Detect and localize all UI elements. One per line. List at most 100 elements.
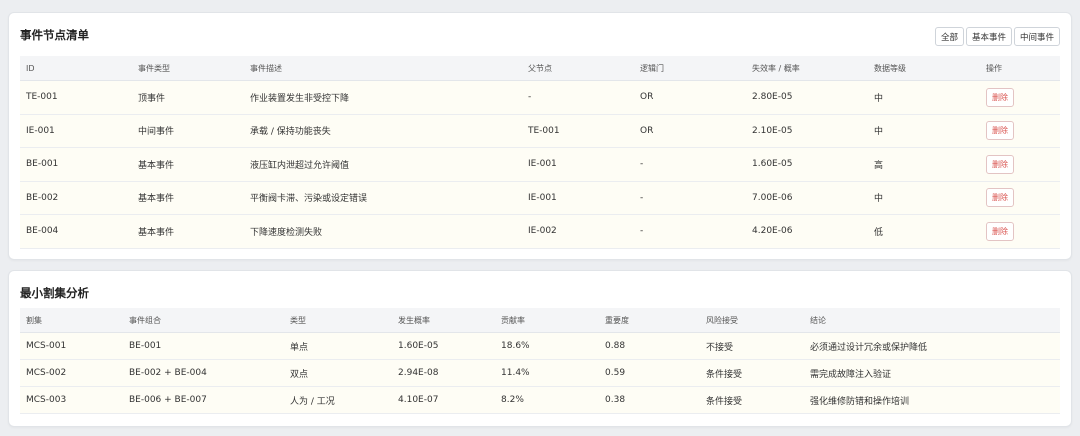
importance: 0.38: [599, 386, 700, 414]
occurrence-probability: 1.60E-05: [392, 332, 495, 360]
event-description: 平衡阀卡滞、污染或设定错误: [244, 181, 522, 215]
failure-rate: 1.60E-05: [746, 147, 868, 182]
cutset-type: 人为 / 工况: [284, 386, 392, 414]
failure-rate: 7.00E-06: [746, 181, 868, 215]
actions-cell: 删除: [980, 114, 1060, 148]
event-id: BE-001: [20, 147, 132, 182]
importance: 0.59: [599, 359, 700, 387]
delete-button[interactable]: 删除: [986, 221, 1014, 241]
column-header: 发生概率: [392, 308, 495, 333]
event-description: 下降速度检测失败: [244, 214, 522, 249]
risk-acceptance: 不接受: [700, 332, 804, 360]
column-header: 逻辑门: [634, 56, 746, 81]
logic-gate: -: [634, 214, 746, 249]
table-row: MCS-002 BE-002 + BE-004 双点 2.94E-08 11.4…: [20, 359, 1060, 387]
filter-all-button[interactable]: 全部: [934, 27, 964, 46]
conclusion: 需完成故障注入验证: [804, 359, 1060, 387]
table-row: BE-004 基本事件 下降速度检测失败 IE-002 - 4.20E-06 低…: [20, 214, 1060, 249]
event-id: TE-001: [20, 80, 132, 115]
importance: 0.88: [599, 332, 700, 360]
table-row: MCS-003 BE-006 + BE-007 人为 / 工况 4.10E-07…: [20, 386, 1060, 414]
cutset-id: MCS-002: [20, 359, 123, 387]
filter-basic-event-button[interactable]: 基本事件: [965, 27, 1012, 46]
logic-gate: OR: [634, 80, 746, 115]
column-header: 操作: [980, 56, 1060, 81]
column-header: 事件描述: [244, 56, 522, 81]
event-description: 承载 / 保持功能丧失: [244, 114, 522, 148]
column-header: 失效率 / 概率: [746, 56, 868, 81]
column-header: 类型: [284, 308, 392, 333]
event-node-list-card: 事件节点清单 全部 基本事件 中间事件 ID 事件类型 事件描述 父节点 逻辑门…: [8, 12, 1072, 260]
column-header: 重要度: [599, 308, 700, 333]
conclusion: 强化维修防错和操作培训: [804, 386, 1060, 414]
data-grade: 高: [868, 147, 980, 182]
cutset-type: 单点: [284, 332, 392, 360]
contribution-rate: 8.2%: [495, 386, 599, 414]
column-header: 数据等级: [868, 56, 980, 81]
parent-node: IE-002: [522, 214, 634, 249]
event-type: 基本事件: [132, 181, 244, 215]
actions-cell: 删除: [980, 214, 1060, 249]
failure-rate: 2.80E-05: [746, 80, 868, 115]
data-grade: 中: [868, 181, 980, 215]
table-row: BE-002 基本事件 平衡阀卡滞、污染或设定错误 IE-001 - 7.00E…: [20, 181, 1060, 215]
event-type: 基本事件: [132, 147, 244, 182]
event-combination: BE-006 + BE-007: [123, 386, 284, 414]
risk-acceptance: 条件接受: [700, 386, 804, 414]
event-type: 基本事件: [132, 214, 244, 249]
column-header: 结论: [804, 308, 1060, 333]
failure-rate: 2.10E-05: [746, 114, 868, 148]
table-row: MCS-001 BE-001 单点 1.60E-05 18.6% 0.88 不接…: [20, 332, 1060, 360]
parent-node: -: [522, 80, 634, 115]
delete-button[interactable]: 删除: [986, 154, 1014, 174]
column-header: 风险接受: [700, 308, 804, 333]
cutset-type: 双点: [284, 359, 392, 387]
actions-cell: 删除: [980, 147, 1060, 182]
event-description: 作业装置发生非受控下降: [244, 80, 522, 115]
risk-acceptance: 条件接受: [700, 359, 804, 387]
column-header: 事件类型: [132, 56, 244, 81]
event-id: IE-001: [20, 114, 132, 148]
filter-intermediate-event-button[interactable]: 中间事件: [1013, 27, 1060, 46]
actions-cell: 删除: [980, 80, 1060, 115]
occurrence-probability: 4.10E-07: [392, 386, 495, 414]
minimal-cutset-table: 割集 事件组合 类型 发生概率 贡献率 重要度 风险接受 结论 MCS-001 …: [20, 308, 1060, 414]
contribution-rate: 18.6%: [495, 332, 599, 360]
parent-node: TE-001: [522, 114, 634, 148]
event-id: BE-004: [20, 214, 132, 249]
column-header: 割集: [20, 308, 123, 333]
event-node-list-title: 事件节点清单: [20, 28, 89, 42]
column-header: ID: [20, 56, 132, 81]
data-grade: 中: [868, 114, 980, 148]
event-type: 中间事件: [132, 114, 244, 148]
data-grade: 低: [868, 214, 980, 249]
failure-rate: 4.20E-06: [746, 214, 868, 249]
table-row: IE-001 中间事件 承载 / 保持功能丧失 TE-001 OR 2.10E-…: [20, 114, 1060, 148]
minimal-cutset-table-header: 割集 事件组合 类型 发生概率 贡献率 重要度 风险接受 结论: [20, 308, 1060, 333]
event-description: 液压缸内泄超过允许阈值: [244, 147, 522, 182]
delete-button[interactable]: 删除: [986, 87, 1014, 107]
cutset-id: MCS-003: [20, 386, 123, 414]
table-row: TE-001 顶事件 作业装置发生非受控下降 - OR 2.80E-05 中 删…: [20, 80, 1060, 115]
event-combination: BE-002 + BE-004: [123, 359, 284, 387]
column-header: 父节点: [522, 56, 634, 81]
column-header: 贡献率: [495, 308, 599, 333]
conclusion: 必须通过设计冗余或保护降低: [804, 332, 1060, 360]
occurrence-probability: 2.94E-08: [392, 359, 495, 387]
delete-button[interactable]: 删除: [986, 121, 1014, 141]
actions-cell: 删除: [980, 181, 1060, 215]
minimal-cutset-card: 最小割集分析 割集 事件组合 类型 发生概率 贡献率 重要度 风险接受 结论 M…: [8, 270, 1072, 427]
parent-node: IE-001: [522, 181, 634, 215]
parent-node: IE-001: [522, 147, 634, 182]
logic-gate: -: [634, 147, 746, 182]
delete-button[interactable]: 删除: [986, 188, 1014, 208]
table-row: BE-001 基本事件 液压缸内泄超过允许阈值 IE-001 - 1.60E-0…: [20, 147, 1060, 182]
column-header: 事件组合: [123, 308, 284, 333]
event-node-table-header: ID 事件类型 事件描述 父节点 逻辑门 失效率 / 概率 数据等级 操作: [20, 56, 1060, 81]
event-combination: BE-001: [123, 332, 284, 360]
event-type: 顶事件: [132, 80, 244, 115]
cutset-id: MCS-001: [20, 332, 123, 360]
event-filter-group: 全部 基本事件 中间事件: [934, 27, 1060, 46]
logic-gate: OR: [634, 114, 746, 148]
contribution-rate: 11.4%: [495, 359, 599, 387]
